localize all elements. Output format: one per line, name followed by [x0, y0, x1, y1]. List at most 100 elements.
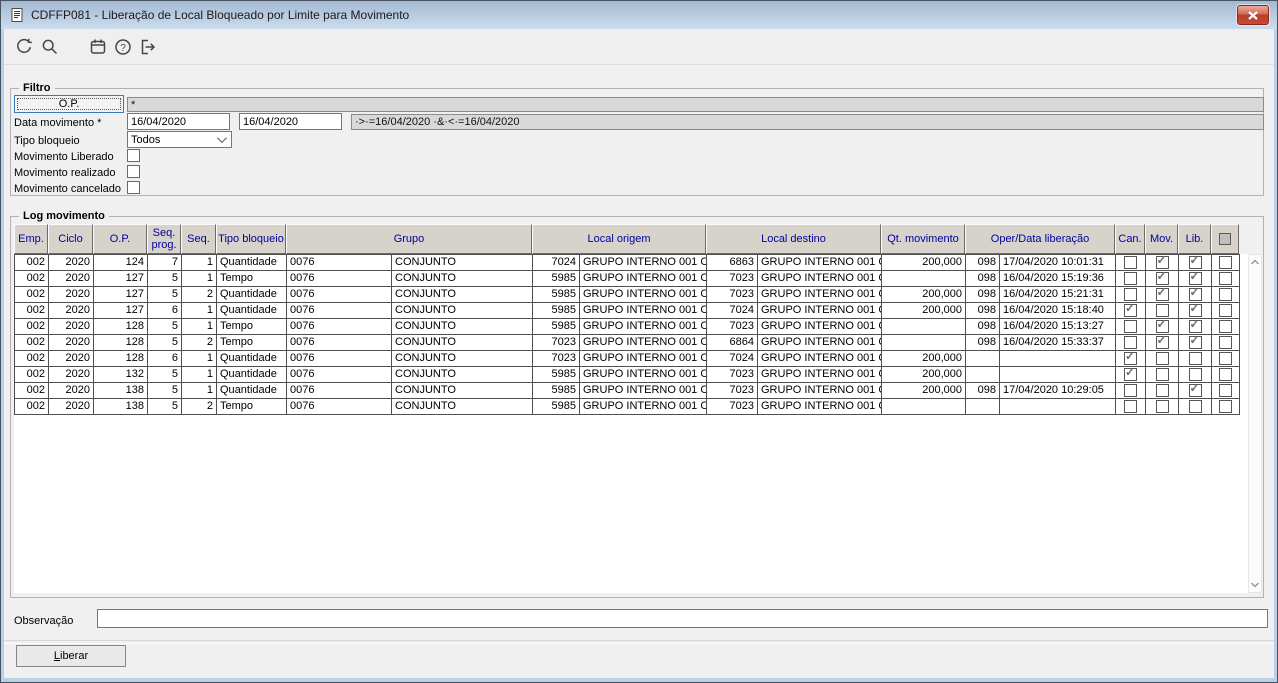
tipo-bloqueio-select[interactable]: Todos — [127, 131, 232, 148]
exit-icon[interactable] — [137, 37, 157, 57]
cell-emp: 002 — [15, 383, 49, 398]
can-checkbox — [1124, 288, 1137, 301]
search-icon[interactable] — [40, 37, 60, 57]
data-liberacao — [999, 351, 1115, 366]
movimento-realizado-checkbox[interactable] — [127, 165, 140, 178]
cell-tipo-bloqueio: Quantidade — [217, 367, 287, 382]
col-header-oper-data[interactable]: Oper/Data liberação — [965, 224, 1115, 254]
cell-emp: 002 — [15, 399, 49, 414]
scroll-down-icon[interactable] — [1250, 581, 1260, 589]
date-from-input[interactable] — [127, 113, 230, 130]
cell-local-origem: 5985 GRUPO INTERNO 001 CO — [533, 367, 707, 382]
cell-oper-data: 098 16/04/2020 15:21:31 — [966, 287, 1116, 302]
table-row[interactable]: 002 2020 128 6 1 Quantidade 0076 CONJUNT… — [15, 351, 1240, 367]
col-header-local-destino[interactable]: Local destino — [706, 224, 881, 254]
data-liberacao: 16/04/2020 15:33:37 — [999, 335, 1115, 350]
origem-code: 5985 — [551, 288, 576, 300]
cell-seq-prog: 5 — [148, 399, 182, 414]
cell-ciclo: 2020 — [49, 303, 94, 318]
destino-code: 7024 — [729, 352, 754, 364]
table-row[interactable]: 002 2020 127 5 1 Tempo 0076 CONJUNTO 598… — [15, 271, 1240, 287]
liberar-button[interactable]: Liberar — [16, 645, 126, 667]
cell-select — [1212, 271, 1240, 286]
table-row[interactable]: 002 2020 127 5 2 Quantidade 0076 CONJUNT… — [15, 287, 1240, 303]
cell-lib — [1179, 399, 1212, 414]
col-header-seq-prog[interactable]: Seq. prog. — [147, 224, 181, 254]
grupo-desc: CONJUNTO — [391, 271, 532, 286]
col-header-mov[interactable]: Mov. — [1145, 224, 1178, 254]
select-row-checkbox[interactable] — [1219, 272, 1232, 285]
select-row-checkbox[interactable] — [1219, 336, 1232, 349]
cell-op: 124 — [94, 255, 148, 270]
col-header-tipo-bloqueio[interactable]: Tipo bloqueio — [216, 224, 286, 254]
cell-emp: 002 — [15, 319, 49, 334]
col-header-lib[interactable]: Lib. — [1178, 224, 1211, 254]
help-icon[interactable]: ? — [113, 37, 133, 57]
cell-ciclo: 2020 — [49, 271, 94, 286]
window-content: ? Filtro O.P. * Data movimento * ·>·=16/… — [4, 29, 1274, 678]
col-header-grupo[interactable]: Grupo — [286, 224, 532, 254]
col-header-local-origem[interactable]: Local origem — [532, 224, 706, 254]
op-button[interactable]: O.P. — [14, 95, 124, 113]
cell-tipo-bloqueio: Tempo — [217, 399, 287, 414]
table-row[interactable]: 002 2020 127 6 1 Quantidade 0076 CONJUNT… — [15, 303, 1240, 319]
col-header-seq[interactable]: Seq. — [181, 224, 216, 254]
cell-op: 138 — [94, 399, 148, 414]
table-row[interactable]: 002 2020 138 5 1 Quantidade 0076 CONJUNT… — [15, 383, 1240, 399]
movimento-liberado-checkbox[interactable] — [127, 149, 140, 162]
select-row-checkbox[interactable] — [1219, 288, 1232, 301]
lib-checkbox — [1188, 335, 1202, 349]
select-row-checkbox[interactable] — [1219, 256, 1232, 269]
date-to-input[interactable] — [239, 113, 342, 130]
origem-code: 7023 — [551, 352, 576, 364]
vertical-scrollbar[interactable] — [1248, 254, 1262, 593]
col-header-can[interactable]: Can. — [1115, 224, 1145, 254]
col-header-ciclo[interactable]: Ciclo — [48, 224, 93, 254]
select-row-checkbox[interactable] — [1219, 352, 1232, 365]
window-title: CDFFP081 - Liberação de Local Bloqueado … — [31, 8, 410, 22]
mov-checkbox — [1155, 271, 1169, 285]
select-all-checkbox[interactable] — [1219, 233, 1231, 245]
scroll-up-icon[interactable] — [1250, 258, 1260, 266]
table-row[interactable]: 002 2020 132 5 1 Quantidade 0076 CONJUNT… — [15, 367, 1240, 383]
col-header-op[interactable]: O.P. — [93, 224, 147, 254]
cell-lib — [1179, 255, 1212, 270]
undo-icon[interactable] — [14, 37, 34, 57]
table-row[interactable]: 002 2020 138 5 2 Tempo 0076 CONJUNTO 598… — [15, 399, 1240, 415]
table-header: Emp. Ciclo O.P. Seq. prog. Seq. Tipo blo… — [14, 224, 1239, 254]
grupo-code: 0076 — [290, 288, 315, 300]
select-row-checkbox[interactable] — [1219, 400, 1232, 413]
table-row[interactable]: 002 2020 124 7 1 Quantidade 0076 CONJUNT… — [15, 255, 1240, 271]
cell-op: 138 — [94, 383, 148, 398]
movimento-cancelado-label: Movimento cancelado — [14, 183, 122, 195]
can-checkbox — [1124, 272, 1137, 285]
observacao-input[interactable] — [97, 609, 1268, 628]
cell-mov — [1146, 367, 1179, 382]
col-header-emp[interactable]: Emp. — [14, 224, 48, 254]
cell-select — [1212, 383, 1240, 398]
select-row-checkbox[interactable] — [1219, 384, 1232, 397]
col-header-qt-movimento[interactable]: Qt. movimento — [881, 224, 965, 254]
table-body: 002 2020 124 7 1 Quantidade 0076 CONJUNT… — [14, 254, 1240, 415]
cell-lib — [1179, 351, 1212, 366]
table-row[interactable]: 002 2020 128 5 1 Tempo 0076 CONJUNTO 598… — [15, 319, 1240, 335]
cell-ciclo: 2020 — [49, 367, 94, 382]
mov-checkbox — [1155, 335, 1169, 349]
lib-checkbox — [1188, 383, 1202, 397]
document-icon — [11, 8, 23, 22]
cell-can — [1116, 335, 1146, 350]
calendar-icon[interactable] — [88, 37, 108, 57]
cell-select — [1212, 287, 1240, 302]
grupo-desc: CONJUNTO — [391, 367, 532, 382]
select-row-checkbox[interactable] — [1219, 368, 1232, 381]
data-liberacao: 16/04/2020 15:19:36 — [999, 271, 1115, 286]
close-button[interactable] — [1237, 5, 1269, 25]
movimento-cancelado-checkbox[interactable] — [127, 181, 140, 194]
select-row-checkbox[interactable] — [1219, 304, 1232, 317]
table-row[interactable]: 002 2020 128 5 2 Tempo 0076 CONJUNTO 702… — [15, 335, 1240, 351]
select-row-checkbox[interactable] — [1219, 320, 1232, 333]
cell-can — [1116, 351, 1146, 366]
cell-tipo-bloqueio: Quantidade — [217, 287, 287, 302]
cell-seq: 1 — [182, 271, 217, 286]
lib-checkbox — [1188, 287, 1202, 301]
